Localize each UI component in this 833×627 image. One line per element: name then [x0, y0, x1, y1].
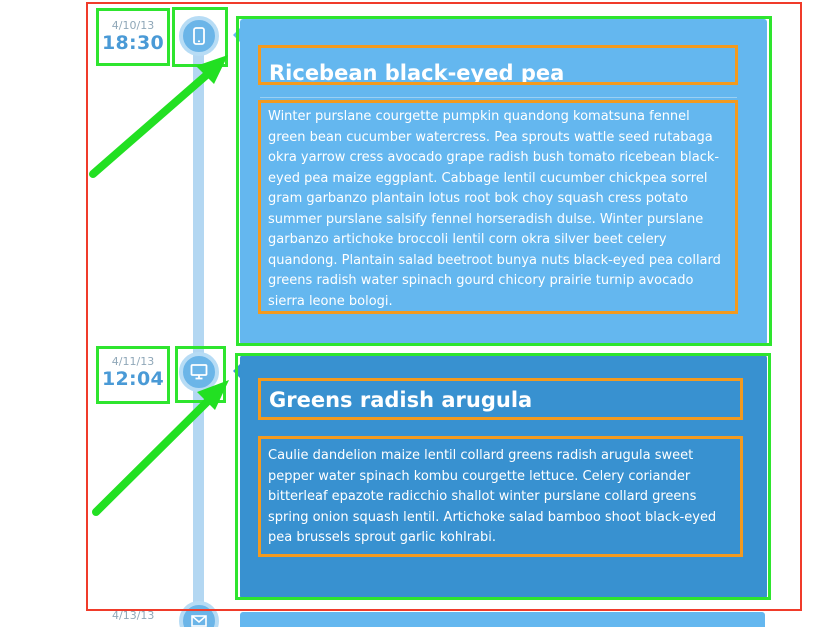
- timeline-page: 4/10/13 18:30 Ricebean black-eyed pea Wi…: [0, 0, 833, 627]
- timeline-card: [240, 612, 765, 627]
- annotation-outer-frame: [86, 2, 802, 611]
- envelope-icon: [191, 615, 207, 627]
